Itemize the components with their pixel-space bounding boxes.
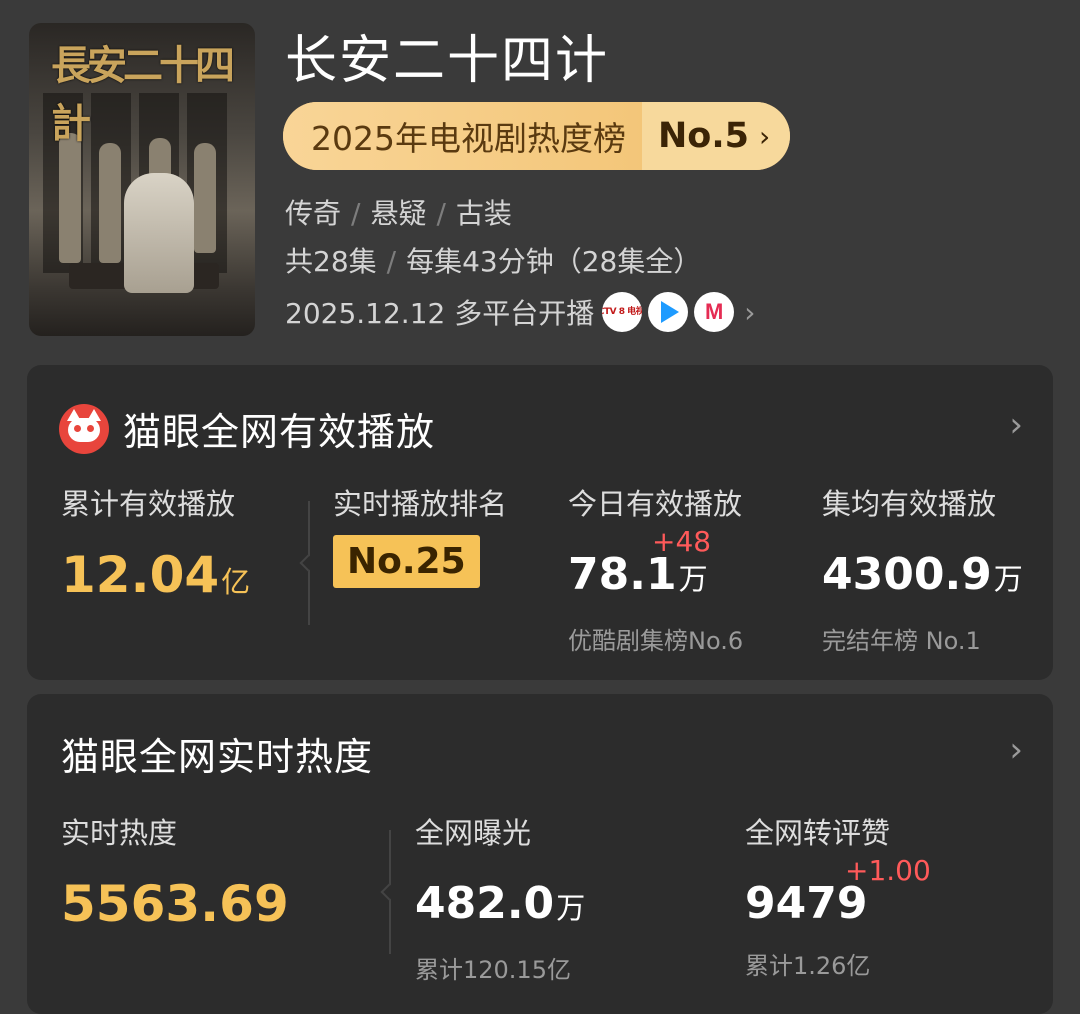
mgtv-logo-text: M <box>705 299 724 324</box>
realtime-rank-stat: 实时播放排名 No.25 <box>333 481 507 588</box>
chevron-right-icon[interactable]: › <box>1009 730 1023 770</box>
realtime-heat-stat: 实时热度 5563.69 <box>61 810 289 934</box>
poster-figure <box>99 143 121 263</box>
value-number: 12.04 <box>61 546 220 604</box>
cat-face <box>68 417 100 442</box>
show-poster[interactable]: 長安二十四計 <box>29 23 255 336</box>
exposure-stat: 全网曝光 482.0万 累计120.15亿 <box>415 810 585 985</box>
divider <box>380 830 398 954</box>
rank-value: No.5 <box>657 116 749 156</box>
cat-eye <box>87 424 94 432</box>
playback-card-title: 猫眼全网有效播放 <box>123 410 436 454</box>
poster-main-figure <box>124 173 194 293</box>
playback-card-header[interactable]: 猫眼全网有效播放 <box>59 401 435 456</box>
stat-value: 4300.9万 <box>822 545 1023 609</box>
engagement-sub: 累计1.26亿 <box>745 952 871 980</box>
mgtv-icon[interactable]: M <box>694 292 735 332</box>
value-unit: 万 <box>556 891 586 925</box>
genre-tag: 悬疑 <box>370 197 427 230</box>
rank-value-wrap: No.5 › <box>641 102 791 170</box>
cctv8-logo-text: CCTV 8 电视剧 <box>602 307 643 317</box>
youku-icon[interactable] <box>648 292 689 332</box>
maoyan-cat-icon <box>59 403 109 454</box>
stat-label: 全网转评赞 <box>745 816 891 850</box>
premiere-row[interactable]: 2025.12.12 多平台开播 CCTV 8 电视剧 M › <box>285 292 755 332</box>
per-episode-playback-stat: 集均有效播放 4300.9万 完结年榜 No.1 <box>822 481 1023 656</box>
separator: / <box>386 245 397 278</box>
separator: / <box>436 197 446 230</box>
divider-notch <box>299 554 317 572</box>
chevron-right-icon: › <box>758 119 771 153</box>
divider-notch <box>380 883 398 901</box>
genre-list: 传奇 / 悬疑 / 古装 <box>285 192 512 232</box>
stat-label: 累计有效播放 <box>61 487 236 521</box>
stat-label: 全网曝光 <box>415 816 532 850</box>
chevron-right-icon: › <box>744 295 756 329</box>
engagement-stat: 全网转评赞 9479 +1.00 累计1.26亿 <box>745 810 931 981</box>
value-number: 4300.9 <box>822 549 992 600</box>
value-unit: 万 <box>993 562 1023 596</box>
heat-card-title: 猫眼全网实时热度 <box>61 735 374 779</box>
episode-duration: 每集43分钟（28集全） <box>406 245 702 278</box>
cat-eye <box>74 424 81 432</box>
realtime-heat-value: 5563.69 <box>61 875 289 933</box>
playback-card: 猫眼全网有效播放 › 累计有效播放 12.04亿 实时播放排名 No.25 今日… <box>27 365 1053 680</box>
premiere-text: 2025.12.12 多平台开播 <box>285 297 595 330</box>
episode-count: 共28集 <box>285 245 377 278</box>
today-sub: 优酷剧集榜No.6 <box>568 627 744 655</box>
today-playback-stat: 今日有效播放 78.1万 +48 优酷剧集榜No.6 <box>568 481 743 656</box>
show-title: 长安二十四计 <box>285 31 610 91</box>
stat-label: 实时热度 <box>61 816 178 850</box>
poster-figure <box>59 133 81 263</box>
engagement-delta: +1.00 <box>845 854 931 887</box>
separator: / <box>351 197 361 230</box>
stat-label: 集均有效播放 <box>822 487 997 521</box>
heat-rank-pill[interactable]: 2025年电视剧热度榜 No.5 › <box>283 102 791 170</box>
stat-label: 实时播放排名 <box>333 487 508 521</box>
poster-title-art: 長安二十四計 <box>51 42 235 147</box>
stat-value: 482.0万 <box>415 874 585 938</box>
genre-tag: 传奇 <box>285 197 342 230</box>
poster-figure <box>194 143 216 253</box>
genre-tag: 古装 <box>455 197 512 230</box>
stat-value: 12.04亿 <box>61 545 250 612</box>
stat-label: 今日有效播放 <box>568 487 743 521</box>
cumulative-playback-stat: 累计有效播放 12.04亿 <box>61 481 250 612</box>
episode-info: 共28集 / 每集43分钟（28集全） <box>285 240 701 280</box>
youku-play-shape <box>661 301 680 323</box>
exposure-sub: 累计120.15亿 <box>415 956 571 984</box>
cctv8-icon[interactable]: CCTV 8 电视剧 <box>602 292 643 332</box>
realtime-rank-badge: No.25 <box>333 535 480 588</box>
value-unit: 亿 <box>221 565 251 599</box>
value-unit: 万 <box>678 562 708 596</box>
value-number: 482.0 <box>415 878 555 929</box>
today-delta: +48 <box>652 525 712 558</box>
heat-card: 猫眼全网实时热度 › 实时热度 5563.69 全网曝光 482.0万 累计12… <box>27 694 1053 1014</box>
divider <box>299 501 317 625</box>
per-episode-sub: 完结年榜 No.1 <box>822 627 981 655</box>
chevron-right-icon[interactable]: › <box>1009 405 1023 445</box>
rank-label: 2025年电视剧热度榜 <box>283 102 642 170</box>
heat-card-header[interactable]: 猫眼全网实时热度 <box>61 726 373 781</box>
